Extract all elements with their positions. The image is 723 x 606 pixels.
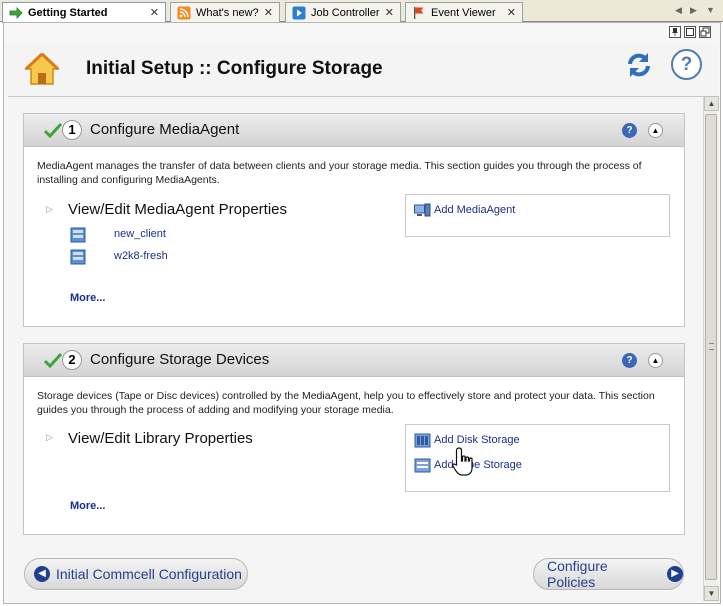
rss-icon [177, 6, 191, 20]
section-description: Storage devices (Tape or Disc devices) c… [37, 390, 655, 416]
more-link[interactable]: More... [70, 500, 105, 512]
pin-icon[interactable] [669, 26, 681, 38]
subsection-title: View/Edit MediaAgent Properties [68, 201, 288, 218]
checkmark-icon [43, 122, 63, 139]
arrow-left-icon: ◀ [34, 566, 50, 582]
next-button-label: Configure Policies [547, 558, 608, 590]
tab-event-viewer[interactable]: Event Viewer ✕ [405, 2, 523, 22]
arrow-right-icon: ▶ [667, 566, 683, 582]
add-disk-storage-link[interactable]: Add Disk Storage [434, 434, 520, 446]
section-configure-storage-devices: 2 Configure Storage Devices ? ▲ Storage … [23, 343, 685, 535]
back-button[interactable]: ◀ Initial Commcell Configuration [24, 558, 248, 590]
refresh-icon[interactable] [622, 50, 656, 80]
server-icon [70, 227, 86, 243]
checkmark-icon [43, 352, 63, 369]
green-arrow-icon [9, 6, 23, 20]
more-link[interactable]: More... [70, 292, 105, 304]
section-title: Configure Storage Devices [90, 351, 270, 368]
section-help-icon[interactable]: ? [622, 123, 637, 138]
subsection-title: View/Edit Library Properties [68, 430, 253, 447]
restore-icon[interactable] [699, 26, 711, 38]
section-description: MediaAgent manages the transfer of data … [37, 160, 642, 186]
home-icon[interactable] [23, 51, 61, 87]
tab-scroll-right-icon[interactable]: ▶ [690, 5, 697, 16]
scroll-down-icon[interactable]: ▼ [704, 586, 719, 601]
expand-triangle-icon[interactable]: ▷ [46, 204, 53, 215]
close-icon[interactable]: ✕ [264, 6, 273, 19]
maximize-icon[interactable] [684, 26, 696, 38]
close-icon[interactable]: ✕ [507, 6, 516, 19]
section-configure-mediaagent: 1 Configure MediaAgent ? ▲ MediaAgent ma… [23, 113, 685, 327]
editor-tab-bar: Getting Started ✕ What's new? ✕ Job Cont… [0, 0, 723, 23]
disk-library-icon [414, 433, 431, 448]
expand-triangle-icon[interactable]: ▷ [46, 432, 53, 443]
tab-list-icon[interactable]: ▼ [706, 5, 715, 15]
media-agent-icon [414, 203, 431, 218]
vertical-scrollbar[interactable]: ▲ ▼ [703, 96, 719, 601]
scroll-thumb[interactable] [705, 114, 717, 580]
play-icon [292, 6, 306, 20]
list-item[interactable]: w2k8-fresh [114, 250, 168, 262]
actions-box: Add Disk Storage Add Tape Storage [405, 424, 670, 492]
tab-getting-started[interactable]: Getting Started ✕ [2, 2, 166, 23]
step-number: 2 [62, 350, 82, 370]
hand-cursor-icon [452, 446, 478, 480]
tab-label: Getting Started [28, 7, 108, 19]
tab-label: What's new? [196, 6, 259, 19]
section-header[interactable]: 2 Configure Storage Devices ? ▲ [24, 344, 684, 377]
back-button-label: Initial Commcell Configuration [56, 566, 242, 582]
collapse-icon[interactable]: ▲ [648, 353, 663, 368]
server-icon [70, 249, 86, 265]
section-header[interactable]: 1 Configure MediaAgent ? ▲ [24, 114, 684, 147]
step-number: 1 [62, 120, 82, 140]
help-icon[interactable]: ? [671, 49, 702, 80]
tab-whats-new[interactable]: What's new? ✕ [170, 2, 280, 22]
page-title: Initial Setup :: Configure Storage [86, 58, 383, 79]
section-title: Configure MediaAgent [90, 121, 240, 138]
tape-library-icon [414, 458, 431, 473]
section-help-icon[interactable]: ? [622, 353, 637, 368]
collapse-icon[interactable]: ▲ [648, 123, 663, 138]
close-icon[interactable]: ✕ [150, 6, 159, 19]
close-icon[interactable]: ✕ [385, 6, 394, 19]
scroll-up-icon[interactable]: ▲ [704, 96, 719, 111]
next-button[interactable]: Configure Policies ▶ [533, 558, 684, 590]
tab-scroll-left-icon[interactable]: ◀ [675, 5, 682, 16]
tab-label: Job Controller [311, 6, 380, 19]
tab-label: Event Viewer [431, 6, 496, 19]
scroll-grip-icon [709, 343, 714, 350]
add-mediaagent-link[interactable]: Add MediaAgent [434, 204, 515, 216]
tab-job-controller[interactable]: Job Controller ✕ [285, 2, 401, 22]
list-item[interactable]: new_client [114, 228, 166, 240]
actions-box: Add MediaAgent [405, 194, 670, 237]
flag-icon [412, 6, 426, 20]
